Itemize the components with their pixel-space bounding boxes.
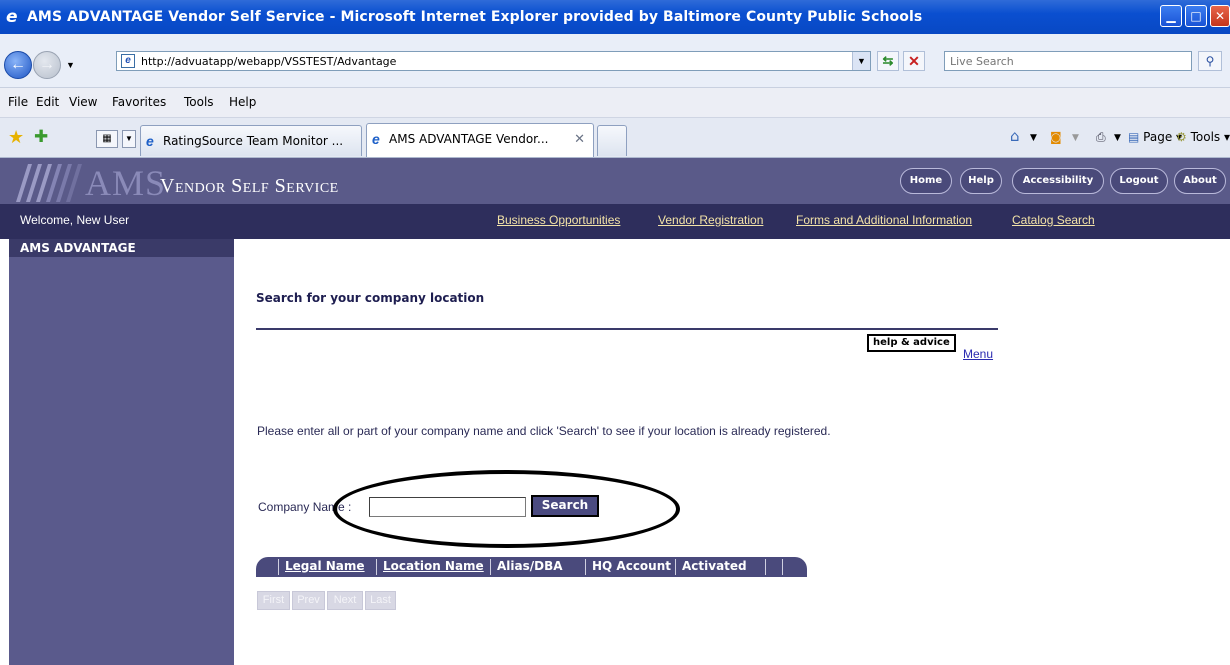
search-button[interactable]: Search (531, 495, 599, 517)
nav-catalog-search[interactable]: Catalog Search (1012, 213, 1095, 227)
results-grid-header: Legal Name Location Name Alias/DBA HQ Ac… (256, 557, 807, 577)
menu-view[interactable]: View (69, 95, 97, 109)
help-advice-button[interactable]: help & advice (867, 334, 956, 352)
menu-bar: File Edit View Favorites Tools Help (0, 88, 1230, 118)
new-tab-button[interactable] (597, 125, 627, 156)
menu-link[interactable]: Menu (963, 347, 993, 361)
window-title-bar: e AMS ADVANTAGE Vendor Self Service - Mi… (0, 0, 1230, 34)
page-icon: e (121, 54, 135, 68)
instructions-text: Please enter all or part of your company… (257, 424, 831, 438)
close-tab-icon[interactable]: ✕ (574, 131, 585, 147)
window-title: AMS ADVANTAGE Vendor Self Service - Micr… (27, 9, 923, 25)
logo-product-text: Vendor Self Service (160, 175, 339, 197)
sidebar-heading: AMS ADVANTAGE (9, 239, 234, 257)
page-menu-icon: ▤ (1128, 130, 1140, 144)
print-icon[interactable]: ⎙ (1096, 130, 1106, 145)
navigation-bar: Welcome, New User Business Opportunities… (0, 204, 1230, 239)
title-divider (256, 328, 998, 330)
nav-vendor-registration[interactable]: Vendor Registration (658, 213, 763, 227)
page-menu-label: Page (1143, 130, 1173, 144)
ie-page-icon: e (146, 133, 154, 149)
menu-tools[interactable]: Tools (184, 95, 214, 109)
company-name-input[interactable] (369, 497, 526, 517)
column-separator (490, 559, 491, 575)
ie-page-icon: e (372, 131, 380, 147)
address-url[interactable]: http://advuatapp/webapp/VSSTEST/Advantag… (141, 55, 396, 68)
about-button[interactable]: About (1174, 168, 1226, 194)
column-separator (782, 559, 783, 575)
welcome-text: Welcome, New User (20, 213, 130, 227)
address-toolbar: ← → ▼ e http://advuatapp/webapp/VSSTEST/… (0, 34, 1230, 88)
minimize-button[interactable]: ▁ (1160, 5, 1182, 27)
column-separator (585, 559, 586, 575)
home-dropdown-icon[interactable]: ▼ (1030, 133, 1037, 143)
tab-label: AMS ADVANTAGE Vendor... (389, 132, 549, 146)
page-menu-button[interactable]: ▤ Page ▾ (1128, 130, 1182, 144)
column-hq-account: HQ Account (592, 559, 672, 573)
tab-ratingsource[interactable]: e RatingSource Team Monitor ... (140, 125, 362, 156)
column-activated: Activated (682, 559, 747, 573)
accessibility-button[interactable]: Accessibility (1012, 168, 1104, 194)
column-separator (278, 559, 279, 575)
tools-menu-label: Tools (1190, 130, 1221, 144)
stop-button[interactable]: ✕ (903, 51, 925, 71)
nav-business-opportunities[interactable]: Business Opportunities (497, 213, 620, 227)
address-bar[interactable]: e http://advuatapp/webapp/VSSTEST/Advant… (116, 51, 871, 71)
column-legal-name[interactable]: Legal Name (285, 559, 365, 573)
feeds-icon[interactable]: ◙ (1050, 130, 1062, 144)
refresh-button[interactable]: ⇆ (877, 51, 899, 71)
column-separator (675, 559, 676, 575)
forward-button[interactable]: → (33, 51, 61, 79)
column-alias-dba: Alias/DBA (497, 559, 563, 573)
logo-ams-text: AMS (85, 163, 167, 203)
menu-edit[interactable]: Edit (36, 95, 59, 109)
add-favorite-icon[interactable]: ✚ (34, 127, 48, 147)
home-icon[interactable]: ⌂ (1010, 127, 1020, 145)
logout-button[interactable]: Logout (1110, 168, 1168, 194)
maximize-button[interactable]: □ (1185, 5, 1207, 27)
tab-ams-advantage[interactable]: e AMS ADVANTAGE Vendor... ✕ (366, 123, 594, 157)
menu-favorites[interactable]: Favorites (112, 95, 166, 109)
column-separator (765, 559, 766, 575)
back-button[interactable]: ← (4, 51, 32, 79)
tab-bar: ★ ✚ ▦ ▼ e RatingSource Team Monitor ... … (0, 118, 1230, 158)
favorites-star-icon[interactable]: ★ (8, 127, 24, 148)
search-icon[interactable]: ⚲ (1198, 51, 1222, 71)
column-separator (376, 559, 377, 575)
left-margin (0, 239, 9, 665)
ie-logo-icon: e (6, 7, 18, 27)
print-dropdown-icon[interactable]: ▼ (1114, 133, 1121, 143)
home-button[interactable]: Home (900, 168, 952, 194)
pager-next-button[interactable]: Next (327, 591, 363, 610)
live-search-input[interactable] (945, 52, 1191, 70)
pager-first-button[interactable]: First (257, 591, 290, 610)
column-location-name[interactable]: Location Name (383, 559, 484, 573)
nav-forms-additional-info[interactable]: Forms and Additional Information (796, 213, 972, 227)
pager-prev-button[interactable]: Prev (292, 591, 325, 610)
page-title: Search for your company location (256, 291, 485, 305)
feeds-dropdown-icon[interactable]: ▼ (1072, 133, 1079, 143)
ams-logo-icon (16, 164, 82, 202)
recent-pages-dropdown-icon[interactable]: ▼ (66, 60, 75, 70)
gear-icon: ⚙ (1176, 130, 1187, 144)
tab-list-dropdown-icon[interactable]: ▼ (122, 130, 136, 148)
quick-tabs-icon[interactable]: ▦ (96, 130, 118, 148)
company-name-label: Company Name : (258, 500, 352, 514)
app-header: AMS Vendor Self Service Home Help Access… (0, 158, 1230, 204)
menu-file[interactable]: File (8, 95, 28, 109)
help-button[interactable]: Help (960, 168, 1002, 194)
tab-label: RatingSource Team Monitor ... (163, 134, 344, 148)
pager-last-button[interactable]: Last (365, 591, 396, 610)
menu-help[interactable]: Help (229, 95, 256, 109)
live-search-box[interactable] (944, 51, 1192, 71)
sidebar: AMS ADVANTAGE (9, 239, 234, 665)
tools-menu-button[interactable]: ⚙ Tools ▾ (1176, 130, 1230, 144)
close-window-button[interactable]: ✕ (1210, 5, 1230, 27)
address-dropdown-icon[interactable]: ▼ (852, 52, 870, 70)
